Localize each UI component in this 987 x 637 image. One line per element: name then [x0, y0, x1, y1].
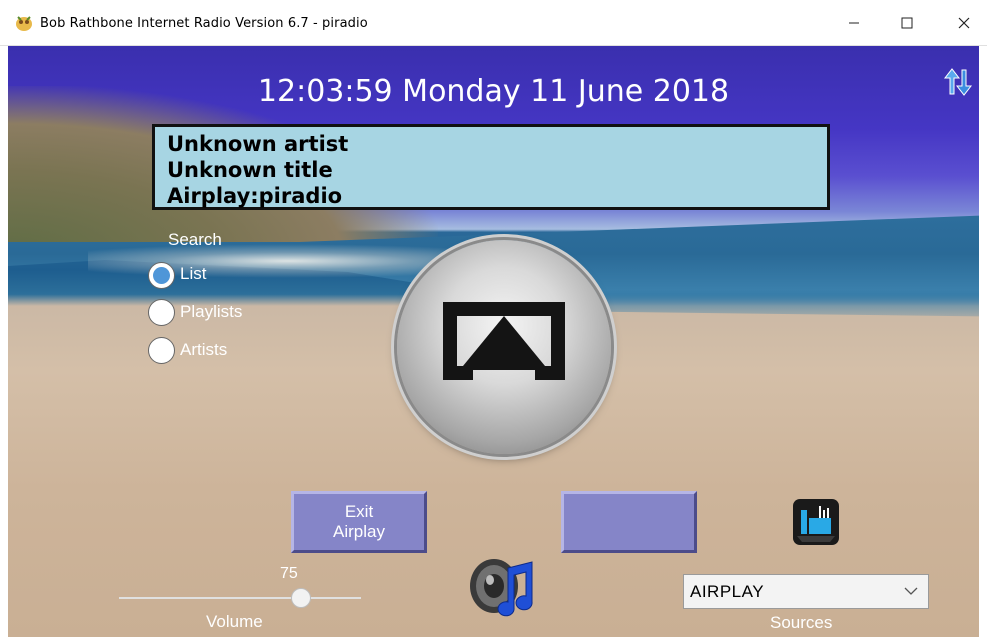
maximize-icon	[901, 17, 913, 28]
chevron-down-icon	[904, 587, 918, 595]
minimize-icon	[849, 22, 859, 23]
swap-arrows-icon[interactable]	[941, 66, 973, 98]
pi-app-icon	[16, 16, 32, 31]
radio-playlists[interactable]	[148, 299, 175, 326]
title-text: Unknown title	[167, 158, 333, 182]
volume-label: Volume	[206, 612, 263, 631]
close-button[interactable]	[941, 0, 987, 45]
window-titlebar: Bob Rathbone Internet Radio Version 6.7 …	[0, 0, 987, 46]
sources-selected-value: AIRPLAY	[690, 582, 765, 601]
volume-slider-track[interactable]	[119, 597, 361, 599]
speaker-music-icon[interactable]	[468, 556, 540, 618]
exit-airplay-button[interactable]: Exit Airplay	[291, 491, 427, 553]
exit-airplay-label-line2: Airplay	[333, 522, 385, 541]
radio-main-panel: 12:03:59 Monday 11 June 2018 Unknown art…	[8, 46, 979, 637]
airplay-button[interactable]	[397, 240, 611, 454]
minimize-button[interactable]	[831, 0, 877, 45]
close-icon	[958, 17, 970, 28]
radio-list-label[interactable]: List	[180, 264, 206, 284]
station-text: Airplay:piradio	[167, 184, 343, 208]
equalizer-app-icon[interactable]	[792, 498, 840, 546]
track-info-box: Unknown artist Unknown title Airplay:pir…	[152, 124, 830, 210]
radio-playlists-label[interactable]: Playlists	[180, 302, 242, 322]
window-title: Bob Rathbone Internet Radio Version 6.7 …	[40, 16, 368, 31]
artist-text: Unknown artist	[167, 132, 349, 156]
exit-airplay-label-line1: Exit	[344, 502, 374, 521]
volume-slider-thumb[interactable]	[290, 588, 311, 608]
radio-artists-label[interactable]: Artists	[180, 340, 227, 360]
radio-artists[interactable]	[148, 337, 175, 364]
maximize-button[interactable]	[884, 0, 930, 45]
blank-button[interactable]	[561, 491, 697, 553]
sources-dropdown[interactable]: AIRPLAY	[683, 574, 929, 609]
volume-value: 75	[280, 565, 298, 582]
sources-label: Sources	[770, 613, 833, 632]
airplay-icon	[443, 302, 565, 380]
datetime-display: 12:03:59 Monday 11 June 2018	[257, 74, 730, 109]
search-label: Search	[168, 230, 222, 249]
radio-list[interactable]	[148, 262, 175, 289]
